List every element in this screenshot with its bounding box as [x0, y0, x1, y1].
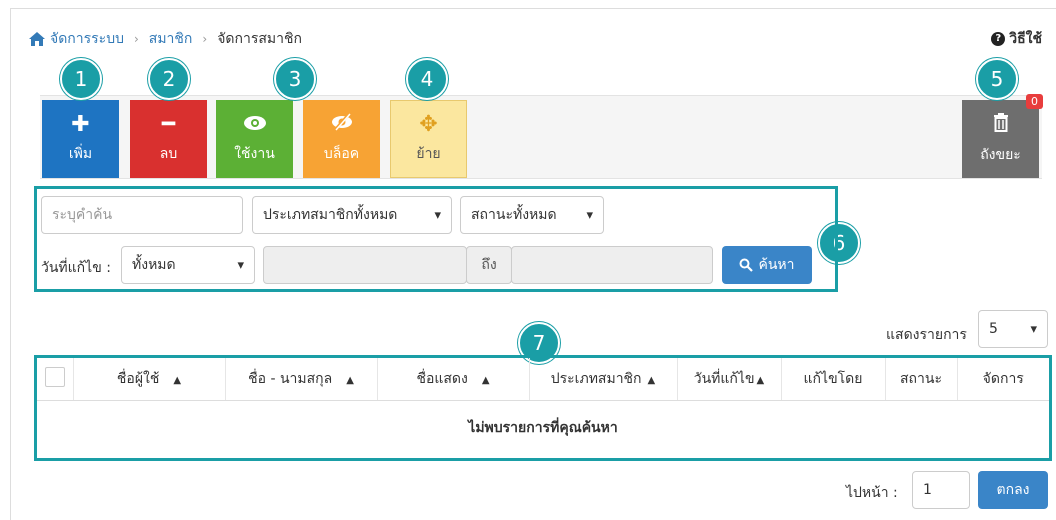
date-label: วันที่แก้ไข : [41, 260, 111, 276]
empty-row: ไม่พบรายการที่คุณค้นหา [37, 400, 1049, 456]
status-select[interactable]: สถานะทั้งหมด [460, 196, 604, 234]
move-button[interactable]: ✥ ย้าย [390, 100, 467, 178]
delete-label: ลบ [159, 146, 178, 162]
minus-icon: ━ [161, 112, 176, 137]
search-button[interactable]: ค้นหา [722, 246, 812, 284]
callout-3: 3 [274, 58, 316, 100]
select-all-cell [37, 358, 74, 401]
move-label: ย้าย [416, 146, 441, 162]
col-username[interactable]: ชื่อผู้ใช้ ▲ [73, 358, 226, 401]
to-label: ถึง [466, 246, 512, 284]
empty-message: ไม่พบรายการที่คุณค้นหา [468, 420, 618, 437]
delete-button[interactable]: ━ ลบ [130, 100, 207, 178]
help-link[interactable]: ? วิธีใช้ [991, 28, 1042, 50]
goto-page-button[interactable]: ตกลง [978, 471, 1048, 509]
col-fullname[interactable]: ชื่อ - นามสกุล ▲ [225, 358, 378, 401]
results-table-panel: ชื่อผู้ใช้ ▲ ชื่อ - นามสกุล ▲ ชื่อแสดง ▲ ปร… [34, 355, 1052, 461]
breadcrumb-separator: › [202, 32, 208, 46]
goto-page-label: ไปหน้า : [846, 485, 898, 501]
trash-count-badge: 0 [1026, 94, 1043, 109]
activate-button[interactable]: ใช้งาน [216, 100, 293, 178]
sort-asc-icon: ▲ [481, 374, 490, 386]
plus-icon: ✚ [71, 112, 90, 137]
add-button[interactable]: ✚ เพิ่ม [42, 100, 119, 178]
breadcrumb: จัดการระบบ › สมาชิก › จัดการสมาชิก [28, 28, 302, 50]
block-button[interactable]: บล็อค [303, 100, 380, 178]
sort-asc-icon: ▲ [346, 374, 354, 386]
home-icon[interactable] [28, 31, 46, 47]
keyword-input[interactable]: ระบุคำค้น [41, 196, 243, 234]
col-manage: จัดการ [957, 358, 1049, 401]
col-status: สถานะ [885, 358, 958, 401]
search-button-label: ค้นหา [758, 257, 795, 273]
col-member-type[interactable]: ประเภทสมาชิก ▲ [529, 358, 678, 401]
col-modified-date[interactable]: วันที่แก้ไข ▲ [677, 358, 782, 401]
breadcrumb-current: จัดการสมาชิก [217, 31, 302, 47]
member-type-select[interactable]: ประเภทสมาชิกทั้งหมด [252, 196, 452, 234]
question-circle-icon: ? [991, 32, 1006, 46]
breadcrumb-home[interactable]: จัดการระบบ [50, 28, 124, 50]
col-modified-by: แก้ไขโดย [781, 358, 886, 401]
block-label: บล็อค [323, 146, 360, 162]
sort-asc-icon: ▲ [756, 374, 765, 386]
sort-asc-icon: ▲ [173, 374, 182, 386]
activate-label: ใช้งาน [234, 146, 275, 162]
goto-page-input[interactable]: 1 [912, 471, 970, 509]
date-range-select[interactable]: ทั้งหมด [121, 246, 255, 284]
eye-slash-icon [330, 113, 354, 137]
callout-4: 4 [406, 58, 448, 100]
search-icon [739, 258, 754, 272]
arrows-move-icon: ✥ [419, 112, 438, 137]
date-from-input[interactable] [263, 246, 467, 284]
page-size-select[interactable]: 5 [978, 310, 1048, 348]
table-header-row: ชื่อผู้ใช้ ▲ ชื่อ - นามสกุล ▲ ชื่อแสดง ▲ ปร… [37, 358, 1049, 401]
sort-asc-icon: ▲ [647, 374, 656, 386]
help-label: วิธีใช้ [1009, 31, 1042, 47]
eye-icon [243, 113, 267, 137]
breadcrumb-separator: › [133, 32, 139, 46]
page-size-label: แสดงรายการ [886, 327, 967, 343]
date-to-input[interactable] [511, 246, 713, 284]
trash-label: ถังขยะ [980, 147, 1021, 163]
callout-5: 5 [976, 58, 1018, 100]
callout-1: 1 [60, 58, 102, 100]
col-display-name[interactable]: ชื่อแสดง ▲ [377, 358, 530, 401]
trash-button[interactable]: 0 ถังขยะ [962, 94, 1043, 178]
results-table: ชื่อผู้ใช้ ▲ ชื่อ - นามสกุล ▲ ชื่อแสดง ▲ ปร… [37, 358, 1049, 456]
add-label: เพิ่ม [68, 146, 93, 162]
select-all-checkbox[interactable] [44, 366, 65, 387]
trash-icon [993, 112, 1009, 138]
breadcrumb-section[interactable]: สมาชิก [149, 28, 193, 50]
callout-2: 2 [148, 58, 190, 100]
